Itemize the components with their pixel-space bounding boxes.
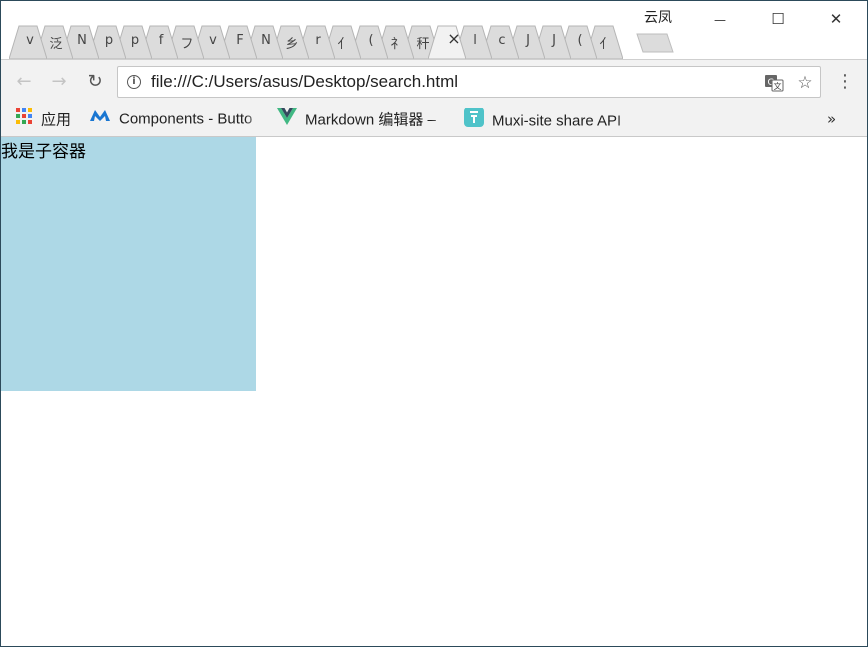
tab-favicon-title: F [236, 33, 244, 48]
tab-favicon-title: N [261, 33, 271, 48]
fade-overlay [431, 108, 449, 130]
tab-favicon-title: p [130, 33, 140, 48]
minimize-icon: — [714, 13, 726, 27]
svg-text:文: 文 [774, 81, 782, 91]
vue-logo-icon [277, 108, 297, 130]
maximize-icon: ☐ [771, 10, 785, 28]
tab-favicon-title: r [315, 33, 321, 48]
bookmark-muxi-site[interactable]: Muxi-site share API [464, 108, 634, 130]
tab-favicon-title: J [526, 33, 530, 48]
fade-overlay [616, 108, 634, 130]
more-vert-icon: ⋮ [836, 71, 854, 92]
arrow-right-icon: → [51, 71, 67, 92]
minimize-button[interactable]: — [697, 5, 743, 33]
tab-favicon-title: c [498, 33, 506, 48]
new-tab-button[interactable] [631, 32, 675, 58]
address-bar[interactable]: i file:///C:/Users/asus/Desktop/search.h… [117, 66, 821, 98]
tab-close-icon[interactable]: × [444, 29, 464, 49]
tab-favicon-title: p [104, 33, 114, 48]
child-container-text: 我是子容器 [1, 142, 86, 162]
child-container: 我是子容器 [1, 137, 256, 391]
muxi-icon [464, 108, 484, 130]
profile-name[interactable]: 云凤 [644, 7, 672, 27]
tab-favicon-title: v [209, 33, 217, 48]
tab-favicon-title: f [158, 33, 164, 48]
bookmark-components[interactable]: Components - Butto [89, 108, 263, 130]
bookmark-label: Muxi-site share API [492, 112, 622, 130]
arrow-left-icon: ← [16, 71, 32, 92]
apps-grid-icon [15, 108, 33, 130]
close-window-button[interactable]: ✕ [813, 5, 859, 33]
forward-button[interactable]: → [47, 70, 71, 94]
reload-icon: ↻ [87, 71, 103, 92]
bookmark-label: Components - Butto [119, 110, 253, 128]
tab-favicon-title: 乡 [285, 37, 299, 52]
bookmark-star-icon[interactable]: ☆ [795, 73, 815, 93]
tab-favicon-title: v [26, 33, 34, 48]
bookmark-label: Markdown 编辑器 – [305, 111, 436, 129]
info-icon[interactable]: i [127, 75, 141, 89]
bookmarks-bar: 应用 Components - Butto Markdown 编辑器 – Mux… [1, 103, 867, 137]
reload-button[interactable]: ↻ [83, 70, 107, 94]
tab-active[interactable]: × [428, 25, 466, 59]
tab-favicon-title: 亻 [599, 37, 613, 52]
translate-icon[interactable]: G 文 [764, 73, 784, 93]
bookmark-markdown-editor[interactable]: Markdown 编辑器 – [277, 108, 449, 130]
bookmark-apps[interactable]: 应用 [15, 108, 81, 130]
close-icon: ✕ [829, 10, 843, 28]
tab-favicon-title: フ [180, 37, 194, 52]
maximize-button[interactable]: ☐ [755, 5, 801, 33]
tab-favicon-title: 泛 [49, 37, 63, 52]
tab-favicon-title: J [552, 33, 556, 48]
bookmark-label: 应用 [41, 111, 72, 129]
tab-favicon-title: l [473, 33, 477, 48]
browser-window: v 泛 Np p f フ v F N 乡 r 亻(礻秆 × l c J J(亻 云凤 — ☐ ✕ ← → ↻ i [0, 0, 868, 647]
tab-strip: v 泛 Np p f フ v F N 乡 r 亻(礻秆 × l c J J(亻 云凤 — ☐ ✕ [1, 1, 867, 59]
menu-button[interactable]: ⋮ [835, 70, 855, 94]
tab-favicon-title: N [77, 33, 87, 48]
tab[interactable]: v [9, 25, 47, 59]
fade-overlay [245, 108, 263, 130]
browser-toolbar: ← → ↻ i file:///C:/Users/asus/Desktop/se… [1, 59, 867, 104]
page-viewport: 我是子容器 [1, 137, 867, 646]
tab-favicon-title: ( [368, 33, 374, 48]
material-logo-icon [89, 108, 111, 130]
tab-favicon-title: ( [577, 33, 583, 48]
url-text[interactable]: file:///C:/Users/asus/Desktop/search.htm… [151, 72, 458, 92]
tab-favicon-title: 礻 [390, 37, 404, 52]
bookmarks-overflow-button[interactable]: » [827, 108, 836, 130]
tab-favicon-title: 亻 [337, 37, 351, 52]
back-button[interactable]: ← [12, 70, 36, 94]
